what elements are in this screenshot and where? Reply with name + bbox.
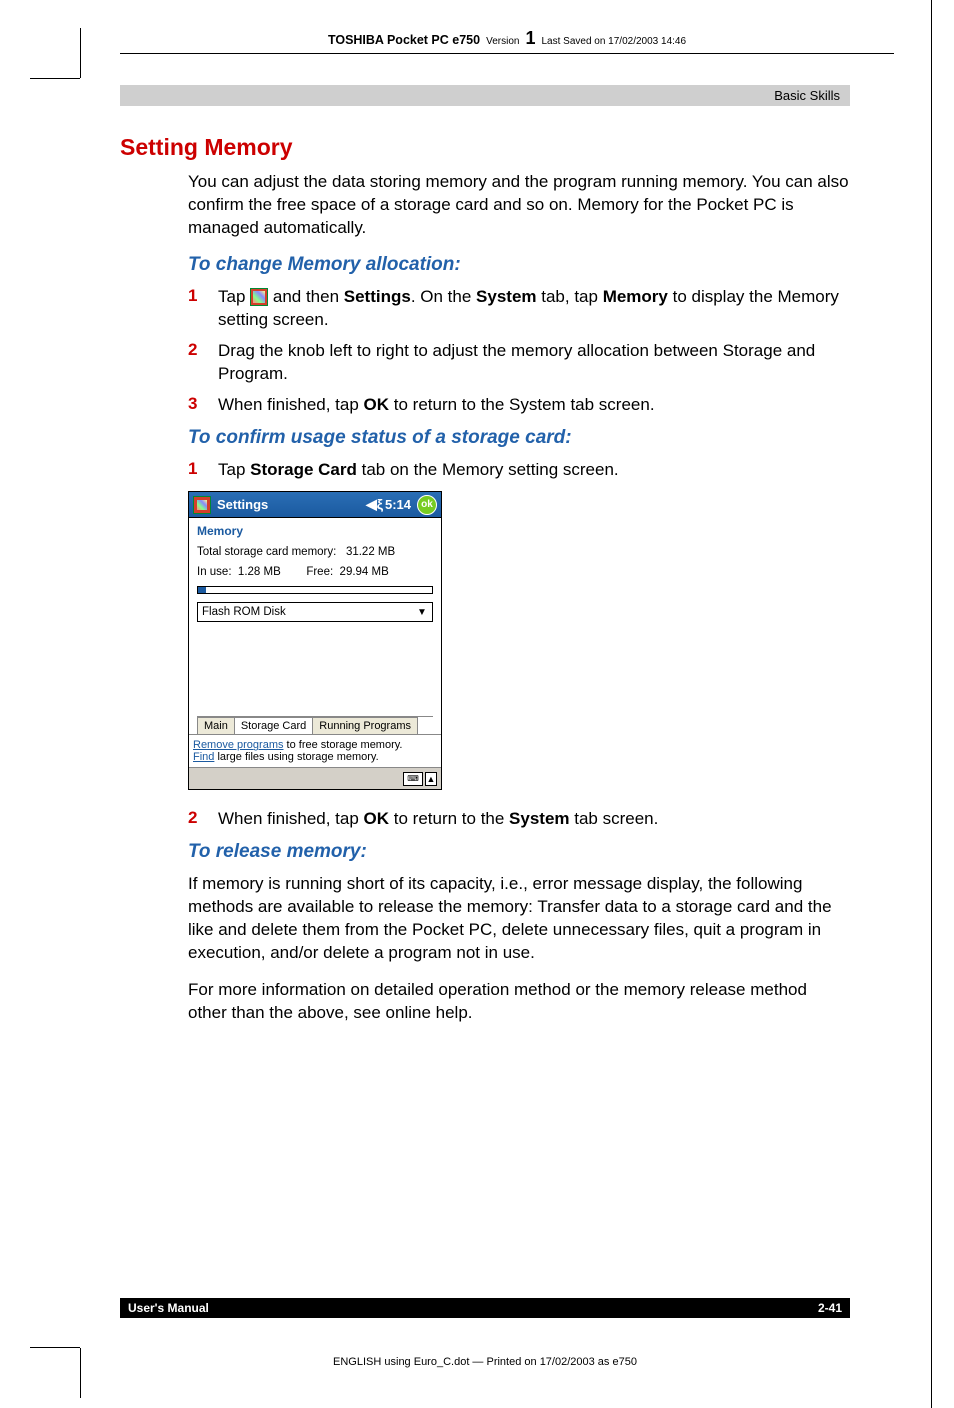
intro-paragraph: You can adjust the data storing memory a… — [188, 171, 850, 240]
step-c2: 2 When finished, tap OK to return to the… — [188, 808, 850, 831]
pocket-pc-screenshot: Settings ◀ξ 5:14 ok Memory Total storage… — [188, 491, 442, 790]
header-version-label: Version — [486, 36, 519, 47]
ppc-links: Remove programs to free storage memory. … — [189, 734, 441, 767]
footer-bar: User's Manual 2-41 — [120, 1298, 850, 1318]
heading-release-memory: To release memory: — [188, 841, 850, 863]
storage-select[interactable]: Flash ROM Disk ▼ — [197, 602, 433, 622]
step-a2: 2 Drag the knob left to right to adjust … — [188, 340, 850, 386]
tab-storage-card[interactable]: Storage Card — [234, 717, 313, 734]
ppc-time: 5:14 — [385, 497, 411, 512]
start-flag-icon[interactable] — [193, 496, 211, 514]
ppc-title: Settings — [217, 497, 268, 512]
step-number: 2 — [188, 808, 200, 831]
ppc-titlebar: Settings ◀ξ 5:14 ok — [189, 492, 441, 518]
step-text: Drag the knob left to right to adjust th… — [218, 340, 850, 386]
step-number: 1 — [188, 286, 200, 332]
step-number: 3 — [188, 394, 200, 417]
print-note: ENGLISH using Euro_C.dot — Printed on 17… — [120, 1356, 850, 1368]
footer-right: 2-41 — [818, 1301, 842, 1315]
step-a3: 3 When finished, tap OK to return to the… — [188, 394, 850, 417]
ppc-tabs: Main Storage Card Running Programs — [197, 716, 433, 734]
footer-left: User's Manual — [128, 1301, 209, 1315]
start-menu-icon — [250, 288, 268, 306]
usage-bar — [197, 586, 433, 594]
section-bar: Basic Skills — [120, 85, 850, 106]
volume-icon[interactable]: ◀ξ — [366, 496, 383, 513]
heading-setting-memory: Setting Memory — [120, 134, 850, 161]
ppc-usage-row: In use: 1.28 MB Free: 29.94 MB — [197, 566, 433, 578]
ppc-heading: Memory — [197, 524, 433, 538]
heading-change-allocation: To change Memory allocation: — [188, 254, 850, 276]
ppc-bottombar: ⌨ ▲ — [189, 767, 441, 789]
select-value: Flash ROM Disk — [202, 606, 286, 618]
step-number: 2 — [188, 340, 200, 386]
keyboard-icon[interactable]: ⌨ — [403, 772, 423, 786]
header-saved: Last Saved on 17/02/2003 14:46 — [541, 36, 686, 47]
heading-confirm-usage: To confirm usage status of a storage car… — [188, 427, 850, 449]
step-b1: 1 Tap Storage Card tab on the Memory set… — [188, 459, 850, 482]
tab-main[interactable]: Main — [197, 717, 235, 734]
step-text: When finished, tap OK to return to the S… — [218, 808, 658, 831]
chevron-down-icon: ▼ — [414, 607, 430, 618]
ok-button[interactable]: ok — [417, 495, 437, 515]
step-a1: 1 Tap and then Settings. On the System t… — [188, 286, 850, 332]
up-arrow-icon[interactable]: ▲ — [425, 772, 437, 786]
tab-running-programs[interactable]: Running Programs — [312, 717, 418, 734]
link-find[interactable]: Find — [193, 751, 214, 763]
header-title: TOSHIBA Pocket PC e750 — [328, 33, 480, 47]
ppc-total-row: Total storage card memory: 31.22 MB — [197, 546, 433, 558]
step-number: 1 — [188, 459, 200, 482]
header-version-number: 1 — [525, 28, 535, 49]
step-text: Tap Storage Card tab on the Memory setti… — [218, 459, 619, 482]
running-header: TOSHIBA Pocket PC e750 Version 1 Last Sa… — [120, 28, 894, 54]
step-text: When finished, tap OK to return to the S… — [218, 394, 655, 417]
release-paragraph-1: If memory is running short of its capaci… — [188, 873, 850, 965]
release-paragraph-2: For more information on detailed operati… — [188, 979, 850, 1025]
step-text: Tap and then Settings. On the System tab… — [218, 286, 850, 332]
link-remove-programs[interactable]: Remove programs — [193, 739, 283, 751]
